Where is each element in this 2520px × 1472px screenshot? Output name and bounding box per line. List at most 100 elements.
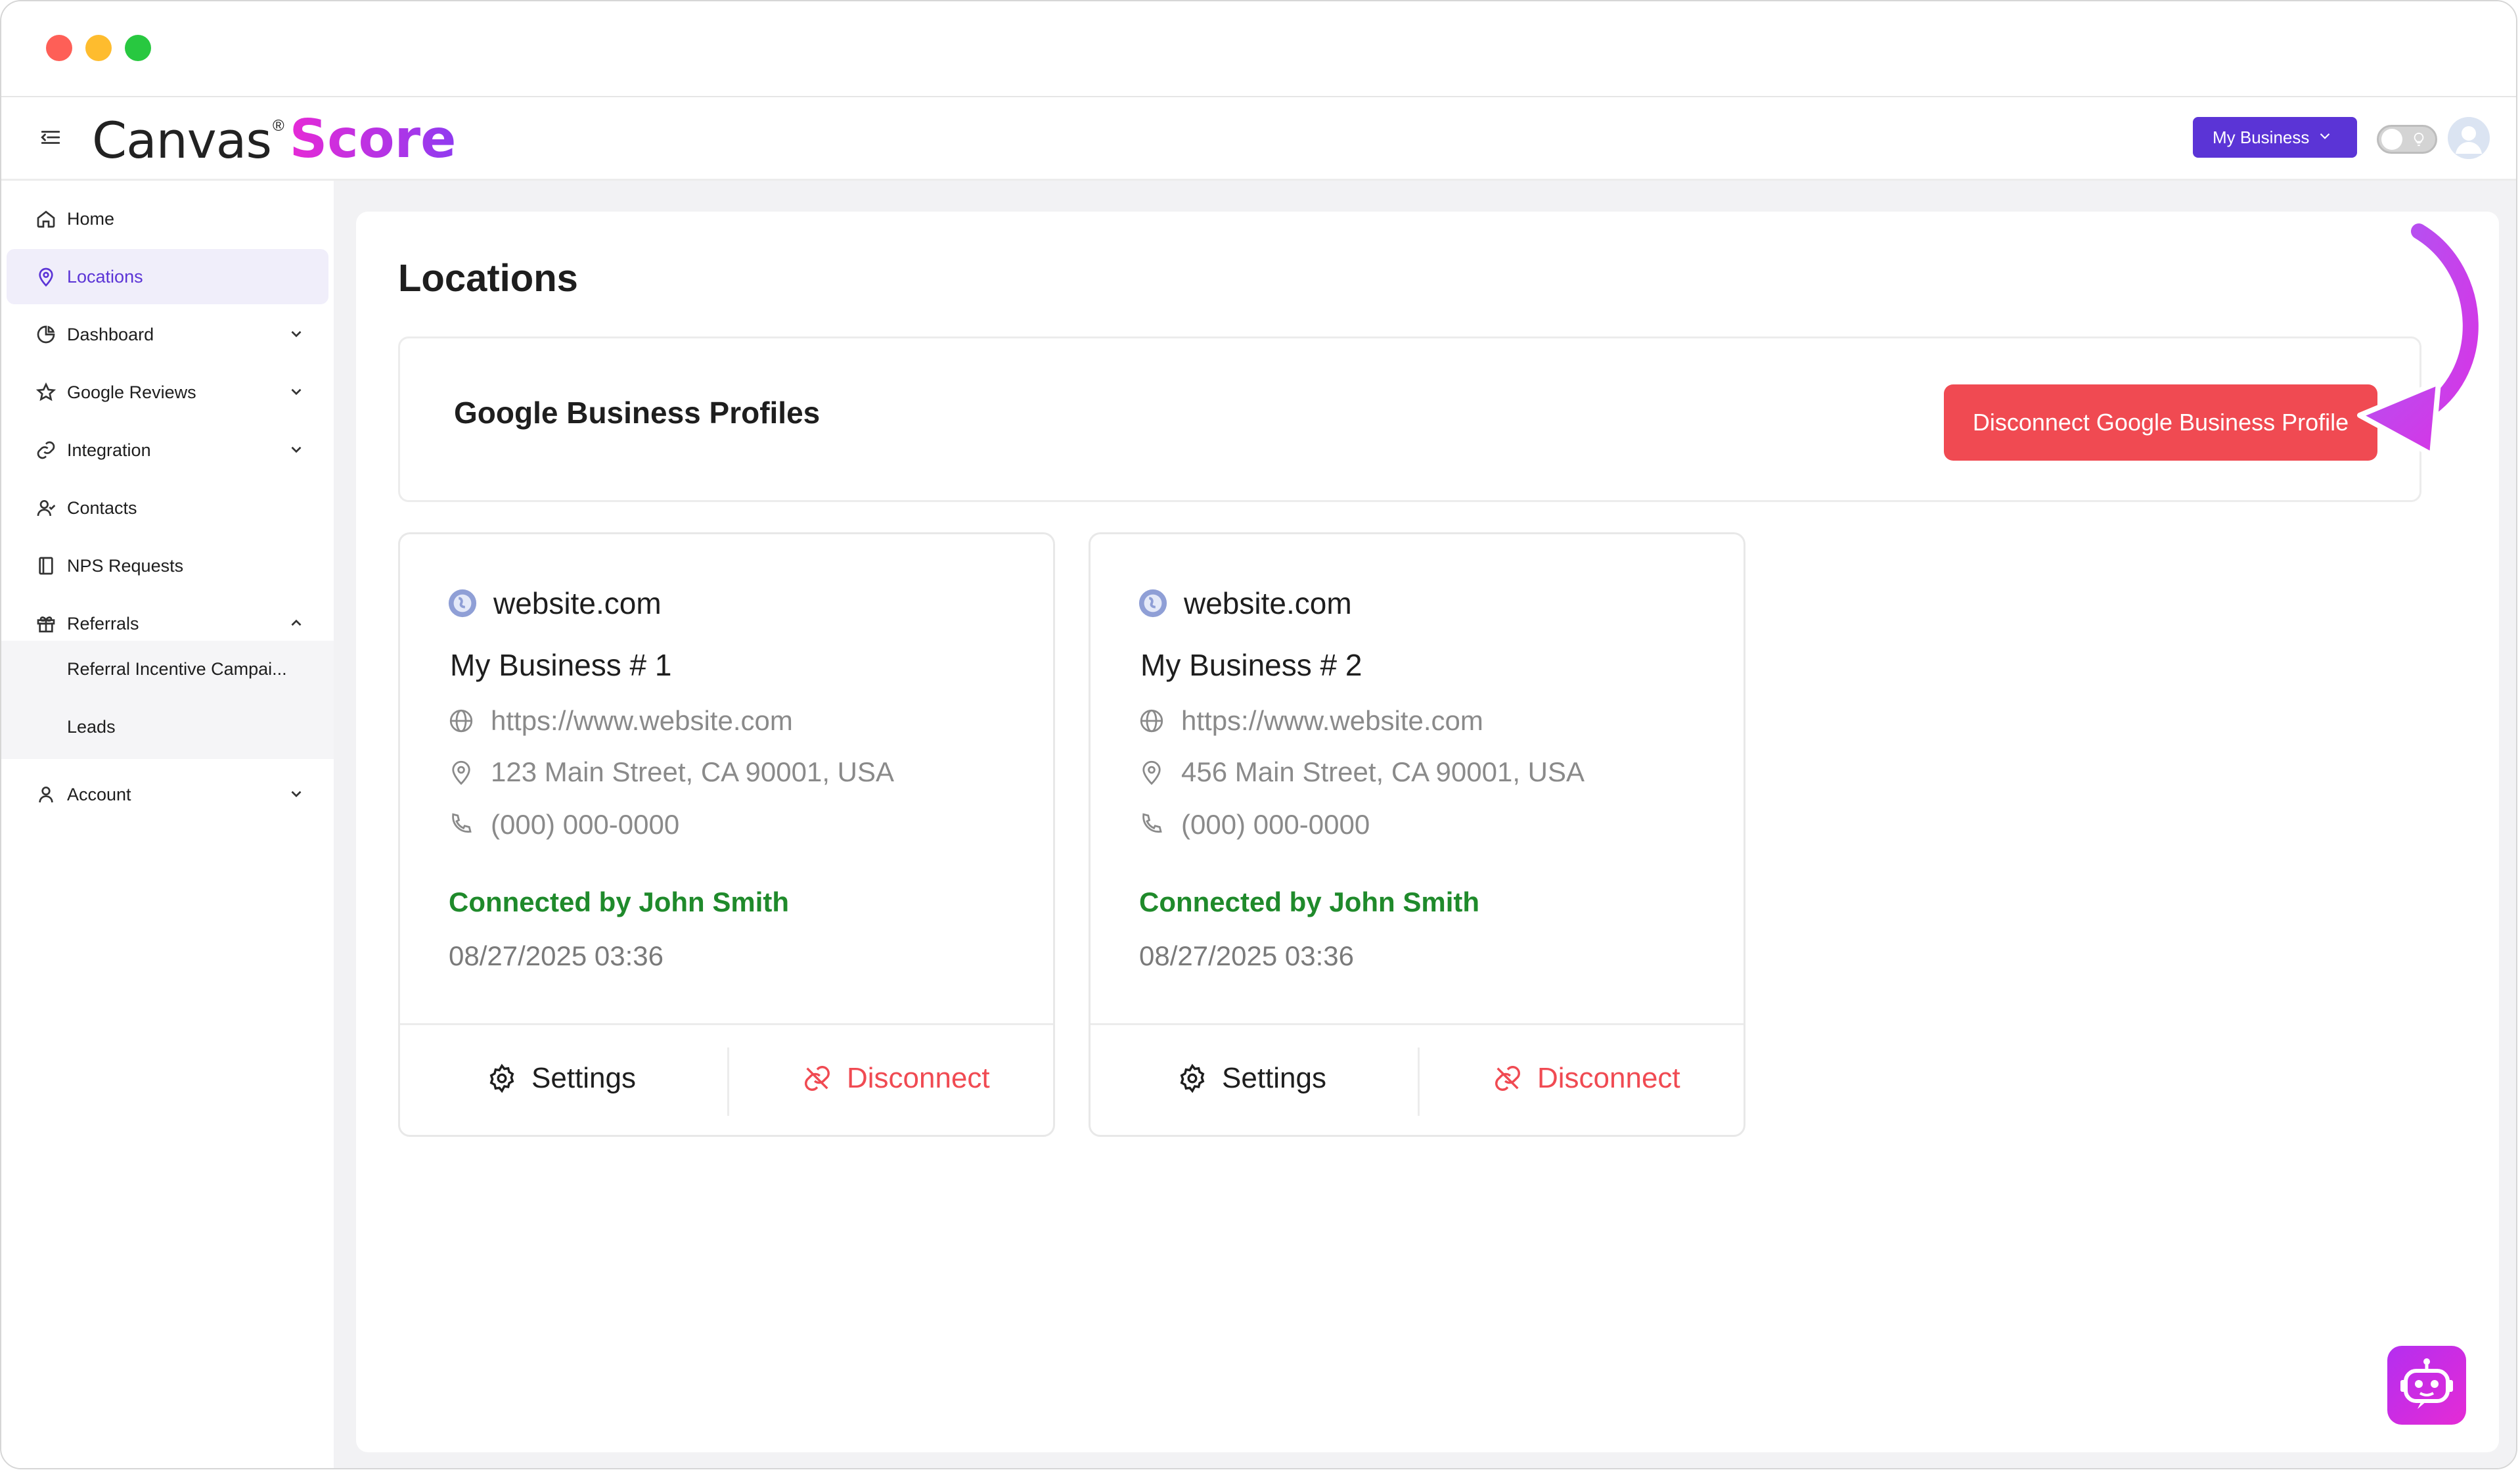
app-window: Canvas ® Score My Business Home Location… xyxy=(0,0,2517,1469)
location-url-row: https://www.website.com xyxy=(447,705,793,737)
logo-registered-mark: ® xyxy=(272,117,284,135)
sidebar-item-nps-requests[interactable]: NPS Requests xyxy=(7,538,328,593)
location-settings-button[interactable]: Settings xyxy=(487,1062,636,1095)
sidebar-item-label: Integration xyxy=(67,440,151,460)
user-avatar-icon xyxy=(2456,126,2482,154)
annotation-arrow-icon xyxy=(2357,219,2483,457)
chevron-down-icon xyxy=(291,446,302,453)
website-icon xyxy=(1140,709,1163,733)
connected-by-label: Connected by John Smith xyxy=(449,886,790,917)
chevron-down-icon xyxy=(291,331,302,338)
business-selector-label: My Business xyxy=(2213,127,2310,147)
unlink-icon xyxy=(1495,1066,1520,1091)
gbp-header-card: Google Business Profiles Disconnect Goog… xyxy=(398,336,2421,502)
chevron-down-icon xyxy=(291,791,302,798)
minimize-window-button[interactable] xyxy=(85,35,112,61)
sidebar-subitem-referral-campaigns[interactable]: Referral Incentive Campai... xyxy=(67,659,287,679)
location-settings-button[interactable]: Settings xyxy=(1177,1062,1326,1095)
sidebar-item-label: Dashboard xyxy=(67,324,154,344)
location-url[interactable]: https://www.website.com xyxy=(491,705,793,737)
maximize-window-button[interactable] xyxy=(125,35,151,61)
disconnect-google-business-profile-button[interactable]: Disconnect Google Business Profile xyxy=(1944,384,2377,461)
pie-chart-icon xyxy=(37,325,55,344)
sidebar-item-label: Locations xyxy=(67,266,143,287)
location-site-name: website.com xyxy=(493,586,662,620)
robot-icon xyxy=(2400,1358,2453,1409)
location-url-row: https://www.website.com xyxy=(1138,705,1483,737)
sidebar-item-home[interactable]: Home xyxy=(7,191,328,246)
location-site-name: website.com xyxy=(1184,586,1352,620)
location-address-row: 456 Main Street, CA 90001, USA xyxy=(1138,756,1585,788)
location-site-row: website.com xyxy=(1138,586,1352,621)
location-address: 456 Main Street, CA 90001, USA xyxy=(1181,756,1585,787)
page-title: Locations xyxy=(398,257,578,300)
referrals-submenu: Referral Incentive Campai... Leads xyxy=(1,641,334,759)
disconnect-label: Disconnect xyxy=(1537,1062,1680,1094)
chevron-down-icon xyxy=(2320,133,2330,139)
document-icon xyxy=(39,557,53,575)
connected-timestamp: 08/27/2025 03:36 xyxy=(449,940,664,971)
chevron-up-icon xyxy=(291,619,302,626)
globe-icon xyxy=(448,589,477,618)
location-disconnect-button[interactable]: Disconnect xyxy=(802,1062,990,1095)
logo-canvas-text: Canvas xyxy=(92,111,272,170)
map-pin-icon xyxy=(452,760,470,785)
home-icon xyxy=(37,210,55,228)
location-disconnect-button[interactable]: Disconnect xyxy=(1493,1062,1680,1095)
brand-logo[interactable]: Canvas ® Score xyxy=(92,108,457,170)
sidebar-item-label: Account xyxy=(67,784,131,804)
phone-icon xyxy=(452,813,472,833)
gift-icon xyxy=(37,616,55,633)
disconnect-label: Disconnect xyxy=(847,1062,990,1094)
sidebar-item-locations[interactable]: Locations xyxy=(7,249,328,304)
location-phone: (000) 000-0000 xyxy=(1181,809,1370,840)
user-icon xyxy=(39,787,53,803)
sidebar-item-dashboard[interactable]: Dashboard xyxy=(7,307,328,362)
sidebar-item-label: Contacts xyxy=(67,497,137,518)
location-card-footer: Settings Disconnect xyxy=(1091,1023,1744,1137)
sidebar-item-label: Home xyxy=(67,208,115,229)
phone-icon xyxy=(1142,813,1162,833)
link-icon xyxy=(37,441,55,459)
sidebar: Home Locations Dashboard Google Reviews … xyxy=(1,181,334,1468)
location-business-name: My Business # 2 xyxy=(1140,648,1362,682)
location-phone-row: (000) 000-0000 xyxy=(447,809,679,840)
sidebar-item-account[interactable]: Account xyxy=(7,767,328,822)
sidebar-subitem-leads[interactable]: Leads xyxy=(67,717,116,737)
app-header: Canvas ® Score My Business xyxy=(1,97,2516,181)
logo-score-text: Score xyxy=(289,108,457,170)
location-card: website.com My Business # 2 https://www.… xyxy=(1089,532,1745,1137)
location-url[interactable]: https://www.website.com xyxy=(1181,705,1483,737)
footer-divider xyxy=(1418,1047,1420,1116)
connected-timestamp: 08/27/2025 03:36 xyxy=(1139,940,1354,971)
sidebar-item-contacts[interactable]: Contacts xyxy=(7,480,328,536)
contacts-icon xyxy=(37,500,56,517)
gbp-section-title: Google Business Profiles xyxy=(454,396,821,430)
location-card-footer: Settings Disconnect xyxy=(400,1023,1053,1137)
user-avatar[interactable] xyxy=(2448,117,2490,159)
location-site-row: website.com xyxy=(447,586,662,621)
unlink-icon xyxy=(805,1066,830,1091)
chatbot-button[interactable] xyxy=(2387,1346,2466,1425)
gear-icon xyxy=(489,1063,514,1093)
close-window-button[interactable] xyxy=(46,35,72,61)
theme-toggle[interactable] xyxy=(2377,125,2437,154)
star-icon xyxy=(35,382,56,402)
settings-label: Settings xyxy=(531,1062,636,1094)
business-selector[interactable]: My Business xyxy=(2193,117,2357,158)
sidebar-item-google-reviews[interactable]: Google Reviews xyxy=(7,365,328,420)
sidebar-item-label: Google Reviews xyxy=(67,382,196,402)
sidebar-item-label: Referrals xyxy=(67,613,139,633)
location-address: 123 Main Street, CA 90001, USA xyxy=(491,756,895,787)
map-pin-icon xyxy=(1142,760,1161,785)
lightbulb-icon xyxy=(2414,132,2424,147)
footer-divider xyxy=(727,1047,729,1116)
location-phone-row: (000) 000-0000 xyxy=(1138,809,1370,840)
location-business-name: My Business # 1 xyxy=(450,648,672,682)
settings-label: Settings xyxy=(1222,1062,1326,1094)
sidebar-item-label: NPS Requests xyxy=(67,555,184,576)
sidebar-item-integration[interactable]: Integration xyxy=(7,423,328,478)
chevron-down-icon xyxy=(291,388,302,396)
menu-collapse-icon[interactable] xyxy=(39,126,62,149)
map-pin-icon xyxy=(39,267,53,287)
